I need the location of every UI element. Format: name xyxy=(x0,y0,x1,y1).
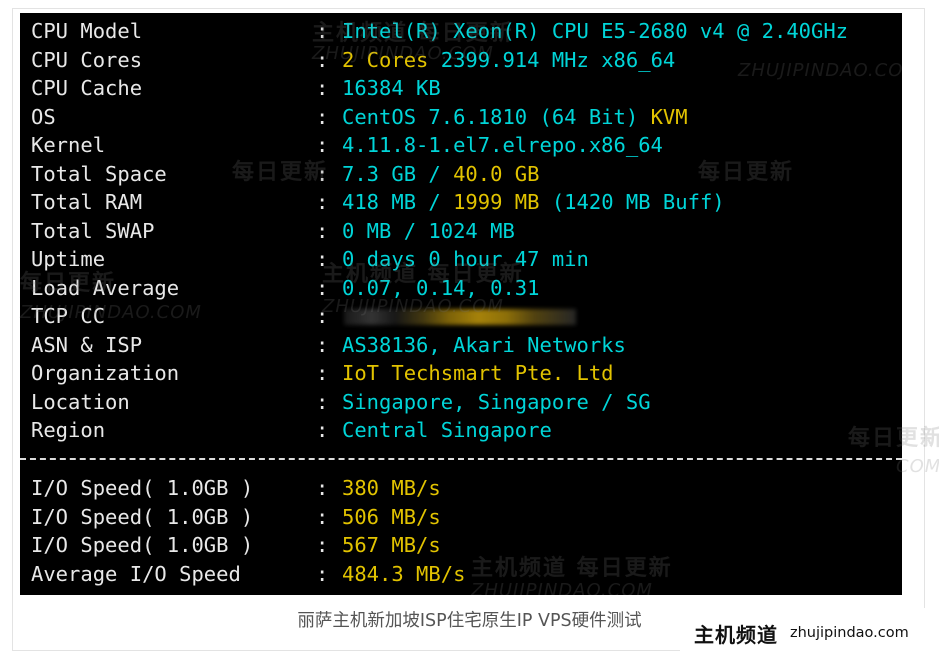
colon-separator: : xyxy=(316,361,329,385)
info-value: 16384 KB xyxy=(342,76,441,100)
info-value: 418 MB / xyxy=(342,190,454,214)
io-speed-row: I/O Speed( 1.0GB ):506 MB/s xyxy=(31,503,441,532)
info-row: Location: Singapore, Singapore / SG xyxy=(31,388,651,417)
info-label: Load Average xyxy=(31,275,180,300)
info-value: Central Singapore xyxy=(342,418,552,442)
info-row: Total SWAP:0 MB / 1024 MB xyxy=(31,217,515,246)
info-label: TCP CC xyxy=(31,304,106,328)
io-speed-label: I/O Speed( 1.0GB ) xyxy=(31,476,254,500)
io-speed-value: 380 MB/s xyxy=(342,476,441,500)
info-value: IoT Techsmart Pte. Ltd xyxy=(342,361,614,385)
info-label: Organization xyxy=(31,361,180,385)
separator-line xyxy=(20,458,902,460)
watermark-url: ZHUJIPINDAO.COM xyxy=(471,580,653,595)
info-label: Kernel xyxy=(31,133,106,157)
info-value: 1999 MB xyxy=(453,190,552,214)
info-value: 0.07, 0.14, 0.31 xyxy=(342,275,540,300)
colon-separator: : xyxy=(316,504,329,529)
info-value: 2399.914 MHz x86_64 xyxy=(440,47,676,72)
info-label: Location xyxy=(31,389,130,414)
colon-separator: : xyxy=(316,275,329,300)
info-label: Total SWAP xyxy=(31,218,155,243)
terminal-screenshot: CPU Model: Intel(R) Xeon(R) CPU E5-2680 v… xyxy=(20,13,902,595)
colon-separator: : xyxy=(316,133,329,157)
info-value: (1420 MB Buff) xyxy=(551,190,725,214)
info-label: Region xyxy=(31,418,106,442)
info-value: 2 Cores xyxy=(342,47,441,72)
info-row: TCP CC: xyxy=(31,302,576,331)
watermark-cn: 主机频道 每日更新 xyxy=(471,556,673,581)
colon-separator: : xyxy=(316,161,329,186)
info-label: Total RAM xyxy=(31,190,143,214)
info-label: Uptime xyxy=(31,247,106,271)
info-row: ASN & ISP: AS38136, Akari Networks xyxy=(31,331,626,360)
info-label: CPU Model xyxy=(31,19,143,43)
info-value: Intel(R) Xeon(R) CPU E5-2680 v4 @ 2.40GH… xyxy=(342,19,849,43)
info-value: 0 MB / 1024 MB xyxy=(342,218,515,243)
brand-name: 主机频道 xyxy=(694,622,778,647)
colon-separator: : xyxy=(316,104,329,129)
info-label: CPU Cores xyxy=(31,47,143,72)
io-speed-label: I/O Speed( 1.0GB ) xyxy=(31,533,254,557)
info-value: KVM xyxy=(650,104,688,129)
io-speed-row: I/O Speed( 1.0GB ):567 MB/s xyxy=(31,531,441,560)
io-speed-value: 506 MB/s xyxy=(342,504,441,529)
colon-separator: : xyxy=(316,304,329,328)
info-row: Kernel:4.11.8-1.el7.elrepo.x86_64 xyxy=(31,131,663,160)
colon-separator: : xyxy=(316,533,329,557)
info-value: 40.0 GB xyxy=(453,161,540,186)
info-value: CentOS 7.6.1810 (64 Bit) xyxy=(342,104,651,129)
info-value: 4.11.8-1.el7.elrepo.x86_64 xyxy=(342,133,663,157)
io-speed-label: I/O Speed( 1.0GB ) xyxy=(31,504,254,529)
io-speed-row: Average I/O Speed:484.3 MB/s xyxy=(31,560,465,589)
info-label: ASN & ISP xyxy=(31,332,143,357)
colon-separator: : xyxy=(316,389,329,414)
brand-url: zhujipindao.com xyxy=(790,625,909,641)
info-value: 7.3 GB / xyxy=(342,161,454,186)
watermark-cn: 每日更新 xyxy=(698,160,795,185)
info-row: Total RAM:418 MB / 1999 MB (1420 MB Buff… xyxy=(31,188,725,217)
colon-separator: : xyxy=(316,47,329,72)
info-row: Region: Central Singapore xyxy=(31,416,552,445)
colon-separator: : xyxy=(316,190,329,214)
redacted-value xyxy=(344,309,576,325)
colon-separator: : xyxy=(316,218,329,243)
colon-separator: : xyxy=(316,476,329,500)
colon-separator: : xyxy=(316,418,329,442)
info-row: OS: CentOS 7.6.1810 (64 Bit) KVM xyxy=(31,103,688,132)
info-row: Total Space:7.3 GB / 40.0 GB xyxy=(31,160,540,189)
colon-separator: : xyxy=(316,76,329,100)
colon-separator: : xyxy=(316,247,329,271)
info-row: CPU Cores:2 Cores 2399.914 MHz x86_64 xyxy=(31,46,675,75)
brand-badge: 主机频道 zhujipindao.com xyxy=(680,608,939,658)
info-label: Total Space xyxy=(31,161,167,186)
info-row: Uptime:0 days 0 hour 47 min xyxy=(31,245,589,274)
colon-separator: : xyxy=(316,332,329,357)
info-value: 0 days 0 hour 47 min xyxy=(342,247,589,271)
info-row: Organization: IoT Techsmart Pte. Ltd xyxy=(31,359,614,388)
watermark-url: ZHUJIPINDAO.COM xyxy=(738,60,902,81)
info-value: Singapore, Singapore / SG xyxy=(342,389,651,414)
info-row: Load Average:0.07, 0.14, 0.31 xyxy=(31,274,539,303)
info-label: CPU Cache xyxy=(31,76,143,100)
colon-separator: : xyxy=(316,19,329,43)
info-label: OS xyxy=(31,104,56,129)
info-value: AS38136, Akari Networks xyxy=(342,332,626,357)
info-row: CPU Model: Intel(R) Xeon(R) CPU E5-2680 v… xyxy=(31,17,848,46)
io-speed-row: I/O Speed( 1.0GB ):380 MB/s xyxy=(31,474,441,503)
io-speed-value: 484.3 MB/s xyxy=(342,561,466,586)
info-row: CPU Cache:16384 KB xyxy=(31,74,441,103)
io-speed-value: 567 MB/s xyxy=(342,533,441,557)
colon-separator: : xyxy=(316,561,329,586)
io-speed-label: Average I/O Speed xyxy=(31,561,241,586)
